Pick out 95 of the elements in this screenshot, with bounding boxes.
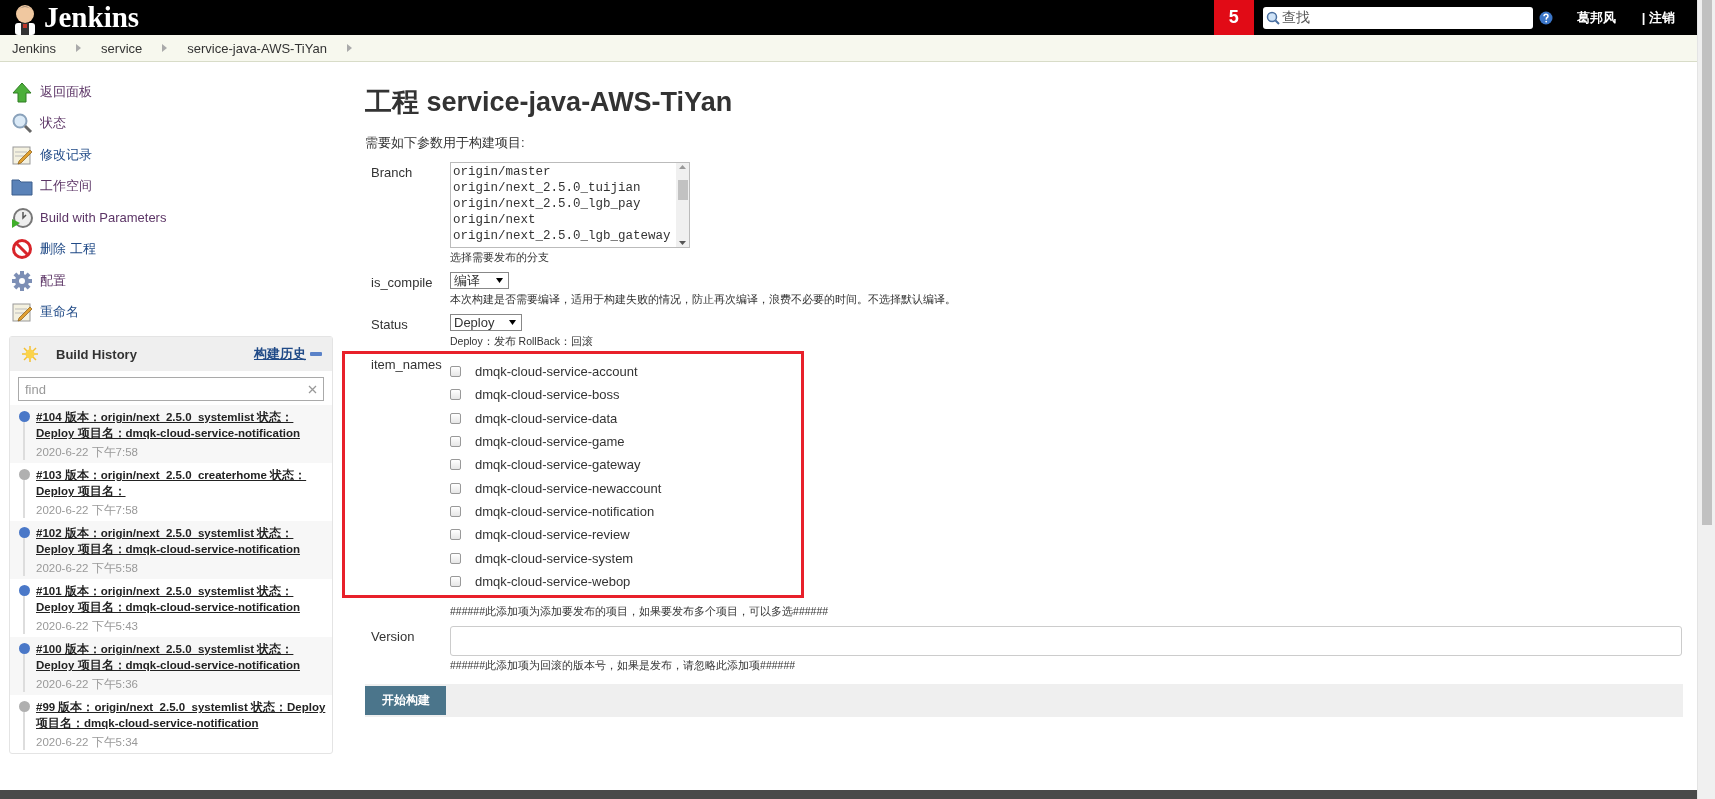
checkbox[interactable] xyxy=(450,529,461,541)
checkbox-label[interactable]: dmqk-cloud-service-game xyxy=(475,434,625,450)
logout-link[interactable]: | 注销 xyxy=(1641,8,1675,27)
list-option[interactable]: origin/next_2.5.0_lgb_pay xyxy=(453,196,674,212)
panel-title: Build History xyxy=(56,346,138,362)
build-link[interactable]: #103 版本：origin/next_2.5.0_createrhome 状态：Deploy 项目名： xyxy=(36,467,326,499)
caret-icon xyxy=(509,320,516,325)
build-time: 2020-6-22 下午5:58 xyxy=(36,561,139,576)
up-arrow-icon xyxy=(11,80,33,103)
scrollbar-thumb[interactable] xyxy=(1701,0,1712,525)
page-title: 工程 service-java-AWS-TiYan xyxy=(365,86,734,119)
branch-listbox[interactable]: origin/master origin/next_2.5.0_tuijian origin/next_2.5.0_lgb_pay origin/next origin/next_2.5.0_lgb_gateway xyxy=(450,162,690,248)
hint-text: 选择需要发布的分支 xyxy=(450,251,550,265)
select-field[interactable]: 编译 xyxy=(450,272,509,289)
list-option[interactable]: origin/next xyxy=(453,212,674,228)
chevron-icon xyxy=(162,44,168,52)
notepad-icon xyxy=(11,301,33,324)
build-link[interactable]: #100 版本：origin/next_2.5.0_systemlist 状态：Deploy 项目名：dmqk-cloud-service-notification xyxy=(36,641,326,673)
build-button[interactable]: 开始构建 xyxy=(365,685,446,715)
param-label: Version xyxy=(371,627,416,646)
checkbox-label[interactable]: dmqk-cloud-service-gateway xyxy=(475,457,641,473)
checkbox[interactable] xyxy=(450,389,461,401)
sun-icon xyxy=(22,346,38,362)
checkbox-label[interactable]: dmqk-cloud-service-account xyxy=(475,364,638,380)
checkbox-label[interactable]: dmqk-cloud-service-notification xyxy=(475,503,655,519)
sidebar-link[interactable]: 重命名 xyxy=(40,303,79,322)
list-option[interactable]: origin/next_2.5.0_lgb_gateway xyxy=(453,228,674,244)
checkbox[interactable] xyxy=(450,482,461,494)
intro-text: 需要如下参数用于构建项目: xyxy=(365,134,526,152)
build-link[interactable]: #99 版本：origin/next_2.5.0_systemlist 状态：Deploy 项目名：dmqk-cloud-service-notification xyxy=(36,699,326,731)
scrollbar-thumb[interactable] xyxy=(677,180,688,200)
help-icon xyxy=(1538,10,1553,25)
settings-icon xyxy=(11,269,33,292)
checkbox[interactable] xyxy=(450,575,461,587)
chevron-icon xyxy=(76,44,82,52)
history-link[interactable]: 构建历史 xyxy=(254,345,306,363)
notification-badge[interactable]: 5 xyxy=(1213,0,1254,35)
checkbox-label[interactable]: dmqk-cloud-service-review xyxy=(475,527,630,543)
sidebar-link[interactable]: 返回面板 xyxy=(40,82,92,101)
sidebar-link[interactable]: 状态 xyxy=(40,114,66,133)
caret-icon xyxy=(496,278,503,283)
param-label: Status xyxy=(371,316,409,332)
checkbox[interactable] xyxy=(450,436,461,448)
build-link[interactable]: #102 版本：origin/next_2.5.0_systemlist 状态：Deploy 项目名：dmqk-cloud-service-notification xyxy=(36,525,326,557)
param-label: is_compile xyxy=(371,274,434,290)
build-time: 2020-6-22 下午5:43 xyxy=(36,619,139,634)
breadcrumb-link[interactable]: Jenkins xyxy=(12,40,57,56)
sidebar-link[interactable]: 配置 xyxy=(40,271,66,290)
collapse-icon xyxy=(310,352,322,356)
prohibition-icon xyxy=(11,238,33,261)
search-field[interactable]: 查找 xyxy=(1262,6,1533,29)
build-time: 2020-6-22 下午5:36 xyxy=(36,677,139,692)
clear-icon xyxy=(308,384,317,394)
sidebar-link[interactable]: 修改记录 xyxy=(40,145,92,164)
sidebar-link[interactable]: 工作空间 xyxy=(40,177,92,196)
version-field[interactable] xyxy=(450,625,1682,656)
param-label: Branch xyxy=(371,164,414,182)
clock-icon xyxy=(11,206,33,229)
build-link[interactable]: #101 版本：origin/next_2.5.0_systemlist 状态：Deploy 项目名：dmqk-cloud-service-notification xyxy=(36,583,326,615)
checkbox-label[interactable]: dmqk-cloud-service-system xyxy=(475,550,634,566)
build-time: 2020-6-22 下午5:34 xyxy=(36,735,139,750)
scrollbar[interactable] xyxy=(676,163,689,247)
hint-text: 本次构建是否需要编译，适用于构建失败的情况，防止再次编译，浪费不必要的时间。不选择默认编译。 xyxy=(450,293,957,307)
scrollbar[interactable] xyxy=(1697,0,1715,799)
list-option[interactable]: origin/next_2.5.0_tuijian xyxy=(453,180,674,196)
checkbox[interactable] xyxy=(450,552,461,564)
search-icon xyxy=(1265,10,1280,25)
build-time: 2020-6-22 下午7:58 xyxy=(36,503,139,518)
checkbox-label[interactable]: dmqk-cloud-service-webop xyxy=(475,573,631,589)
checkbox[interactable] xyxy=(450,366,461,378)
hint-text: ######此添加项为添加要发布的项目，如果要发布多个项目，可以多选###### xyxy=(450,604,830,619)
jenkins-logo[interactable]: Jenkins xyxy=(44,1,140,34)
checkbox-label[interactable]: dmqk-cloud-service-newaccount xyxy=(475,480,662,496)
breadcrumb-link[interactable]: service-java-AWS-TiYan xyxy=(187,40,327,56)
checkbox[interactable] xyxy=(450,459,461,471)
hint-text: ######此添加项为回滚的版本号，如果是发布，请忽略此添加项###### xyxy=(450,658,797,673)
user-link[interactable]: 葛邦风 xyxy=(1576,8,1616,27)
build-time: 2020-6-22 下午7:58 xyxy=(36,445,139,460)
select-field[interactable]: Deploy xyxy=(450,314,522,331)
sidebar-link[interactable]: 删除 工程 xyxy=(40,240,96,259)
checkbox[interactable] xyxy=(450,412,461,424)
breadcrumb-link[interactable]: service xyxy=(101,40,143,56)
list-option[interactable]: origin/master xyxy=(453,164,674,180)
notepad-icon xyxy=(11,143,33,166)
param-label: item_names xyxy=(371,356,443,374)
checkbox-label[interactable]: dmqk-cloud-service-boss xyxy=(475,387,620,403)
hint-text: Deploy：发布 RollBack：回滚 xyxy=(450,335,595,349)
checkbox-label[interactable]: dmqk-cloud-service-data xyxy=(475,410,618,426)
build-link[interactable]: #104 版本：origin/next_2.5.0_systemlist 状态：Deploy 项目名：dmqk-cloud-service-notification xyxy=(36,409,326,441)
sidebar-link[interactable]: Build with Parameters xyxy=(40,210,167,226)
up-caret-icon xyxy=(679,165,686,169)
chevron-icon xyxy=(346,44,352,52)
search-icon xyxy=(11,112,33,135)
checkbox[interactable] xyxy=(450,505,461,517)
caret-icon xyxy=(679,241,686,245)
